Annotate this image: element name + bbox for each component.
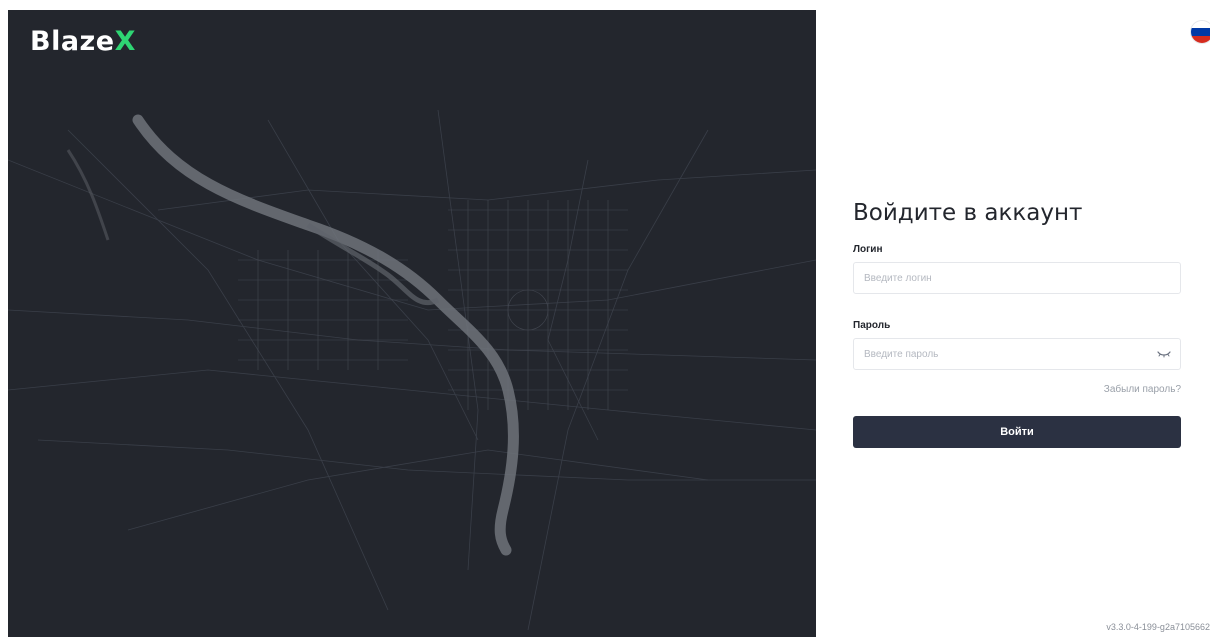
- flag-stripe-blue: [1191, 28, 1210, 36]
- login-field-group: Логин: [853, 244, 1181, 294]
- flag-stripe-red: [1191, 35, 1210, 43]
- flag-stripe-white: [1191, 21, 1210, 29]
- form-title: Войдите в аккаунт: [853, 200, 1083, 226]
- forgot-password-link[interactable]: Забыли пароль?: [853, 384, 1181, 396]
- language-flag-icon[interactable]: [1191, 21, 1210, 43]
- login-label: Логин: [853, 244, 883, 255]
- login-input[interactable]: [854, 263, 1180, 293]
- eye-closed-icon[interactable]: [1157, 349, 1171, 359]
- password-input-wrapper: [853, 338, 1181, 370]
- login-input-wrapper: [853, 262, 1181, 294]
- city-map-illustration: [8, 109, 816, 631]
- version-label: v3.3.0-4-199-g2a7105662: [1106, 622, 1210, 632]
- login-submit-button[interactable]: Войти: [853, 416, 1181, 448]
- password-label: Пароль: [853, 320, 891, 331]
- password-field-group: Пароль: [853, 320, 1181, 370]
- city-map-panel: BlazeX: [8, 10, 816, 637]
- login-page: BlazeX Войдите в аккаунт Логин Пароль: [0, 0, 1210, 637]
- login-form: Войдите в аккаунт Логин Пароль Забыли па…: [853, 196, 1181, 448]
- logo-accent: X: [114, 26, 136, 57]
- logo-text: Blaze: [30, 26, 115, 57]
- password-input[interactable]: [854, 339, 1180, 369]
- brand-logo: BlazeX: [30, 24, 136, 60]
